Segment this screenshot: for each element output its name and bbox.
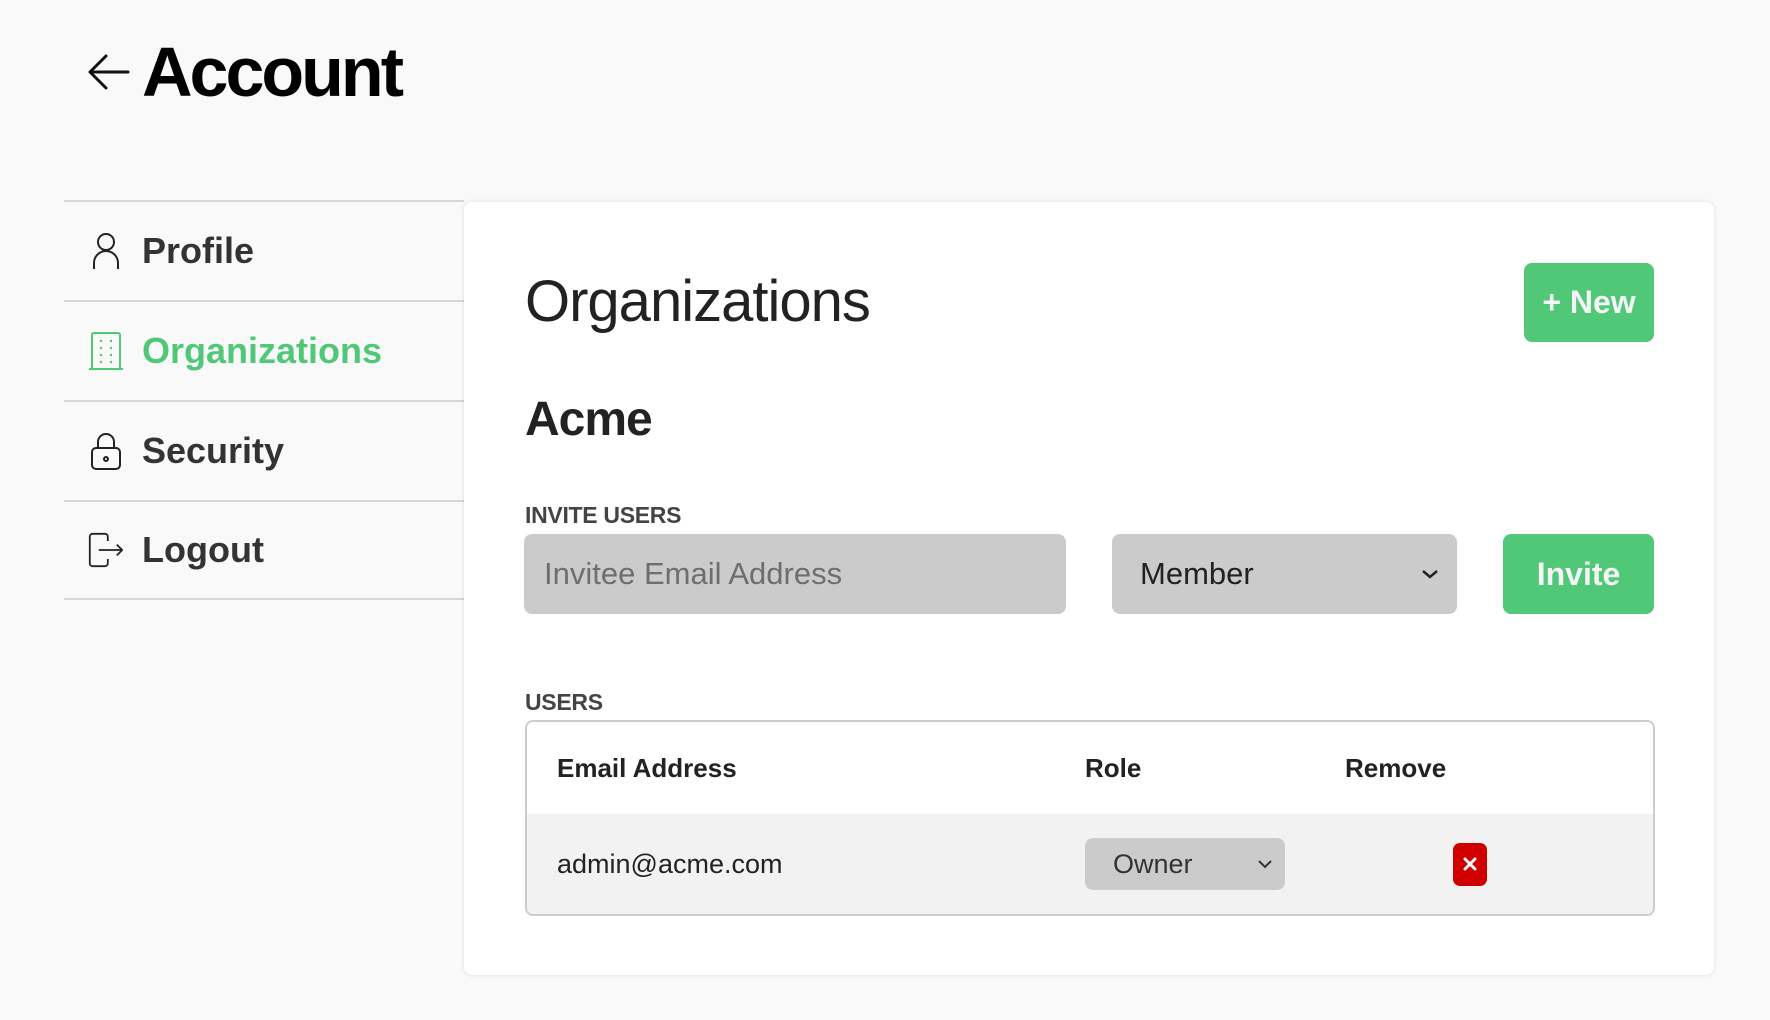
table-header: Email Address Role Remove [527,722,1653,814]
user-icon [88,231,124,271]
sidebar-item-logout[interactable]: Logout [64,500,464,600]
role-cell: Owner [1085,838,1345,890]
column-header-role: Role [1085,752,1142,783]
arrow-left-icon [88,54,130,90]
sidebar-item-label: Organizations [142,330,383,371]
sidebar-item-label: Security [142,430,285,471]
role-select-value: Member [1140,556,1254,591]
sidebar-item-label: Profile [142,230,255,271]
user-role-select[interactable]: Owner [1085,838,1285,890]
column-header-email: Email Address [557,752,737,783]
back-button[interactable] [84,48,132,96]
invite-users-label: INVITE USERS [525,502,682,528]
invitee-email-input[interactable] [524,534,1066,614]
logout-icon [88,530,124,570]
sidebar-item-security[interactable]: Security [64,400,464,500]
new-organization-button[interactable]: + New [1524,263,1654,342]
page-header: Account [84,33,404,111]
remove-user-button[interactable] [1453,842,1487,886]
remove-cell [1345,842,1545,886]
sidebar: Profile Organizations Security Logout [64,200,464,600]
invite-role-select[interactable]: Member [1112,534,1457,614]
user-role-value: Owner [1113,848,1193,879]
organizations-card: Organizations + New Acme INVITE USERS Me… [464,202,1714,975]
invite-button[interactable]: Invite [1503,534,1654,614]
user-email: admin@acme.com [557,848,783,879]
lock-icon [88,431,124,471]
table-row: admin@acme.com Owner [527,814,1653,914]
users-label: USERS [525,689,603,715]
sidebar-item-profile[interactable]: Profile [64,200,464,300]
users-table: Email Address Role Remove admin@acme.com… [525,720,1655,916]
section-title: Organizations [525,269,871,334]
organization-name: Acme [525,393,653,446]
page-title: Account [142,33,404,111]
column-header-remove: Remove [1345,752,1447,783]
close-icon [1463,857,1477,871]
sidebar-item-label: Logout [142,529,264,570]
chevron-down-icon [1258,860,1272,869]
sidebar-item-organizations[interactable]: Organizations [64,300,464,400]
building-icon [88,331,124,371]
chevron-down-icon [1422,570,1438,579]
